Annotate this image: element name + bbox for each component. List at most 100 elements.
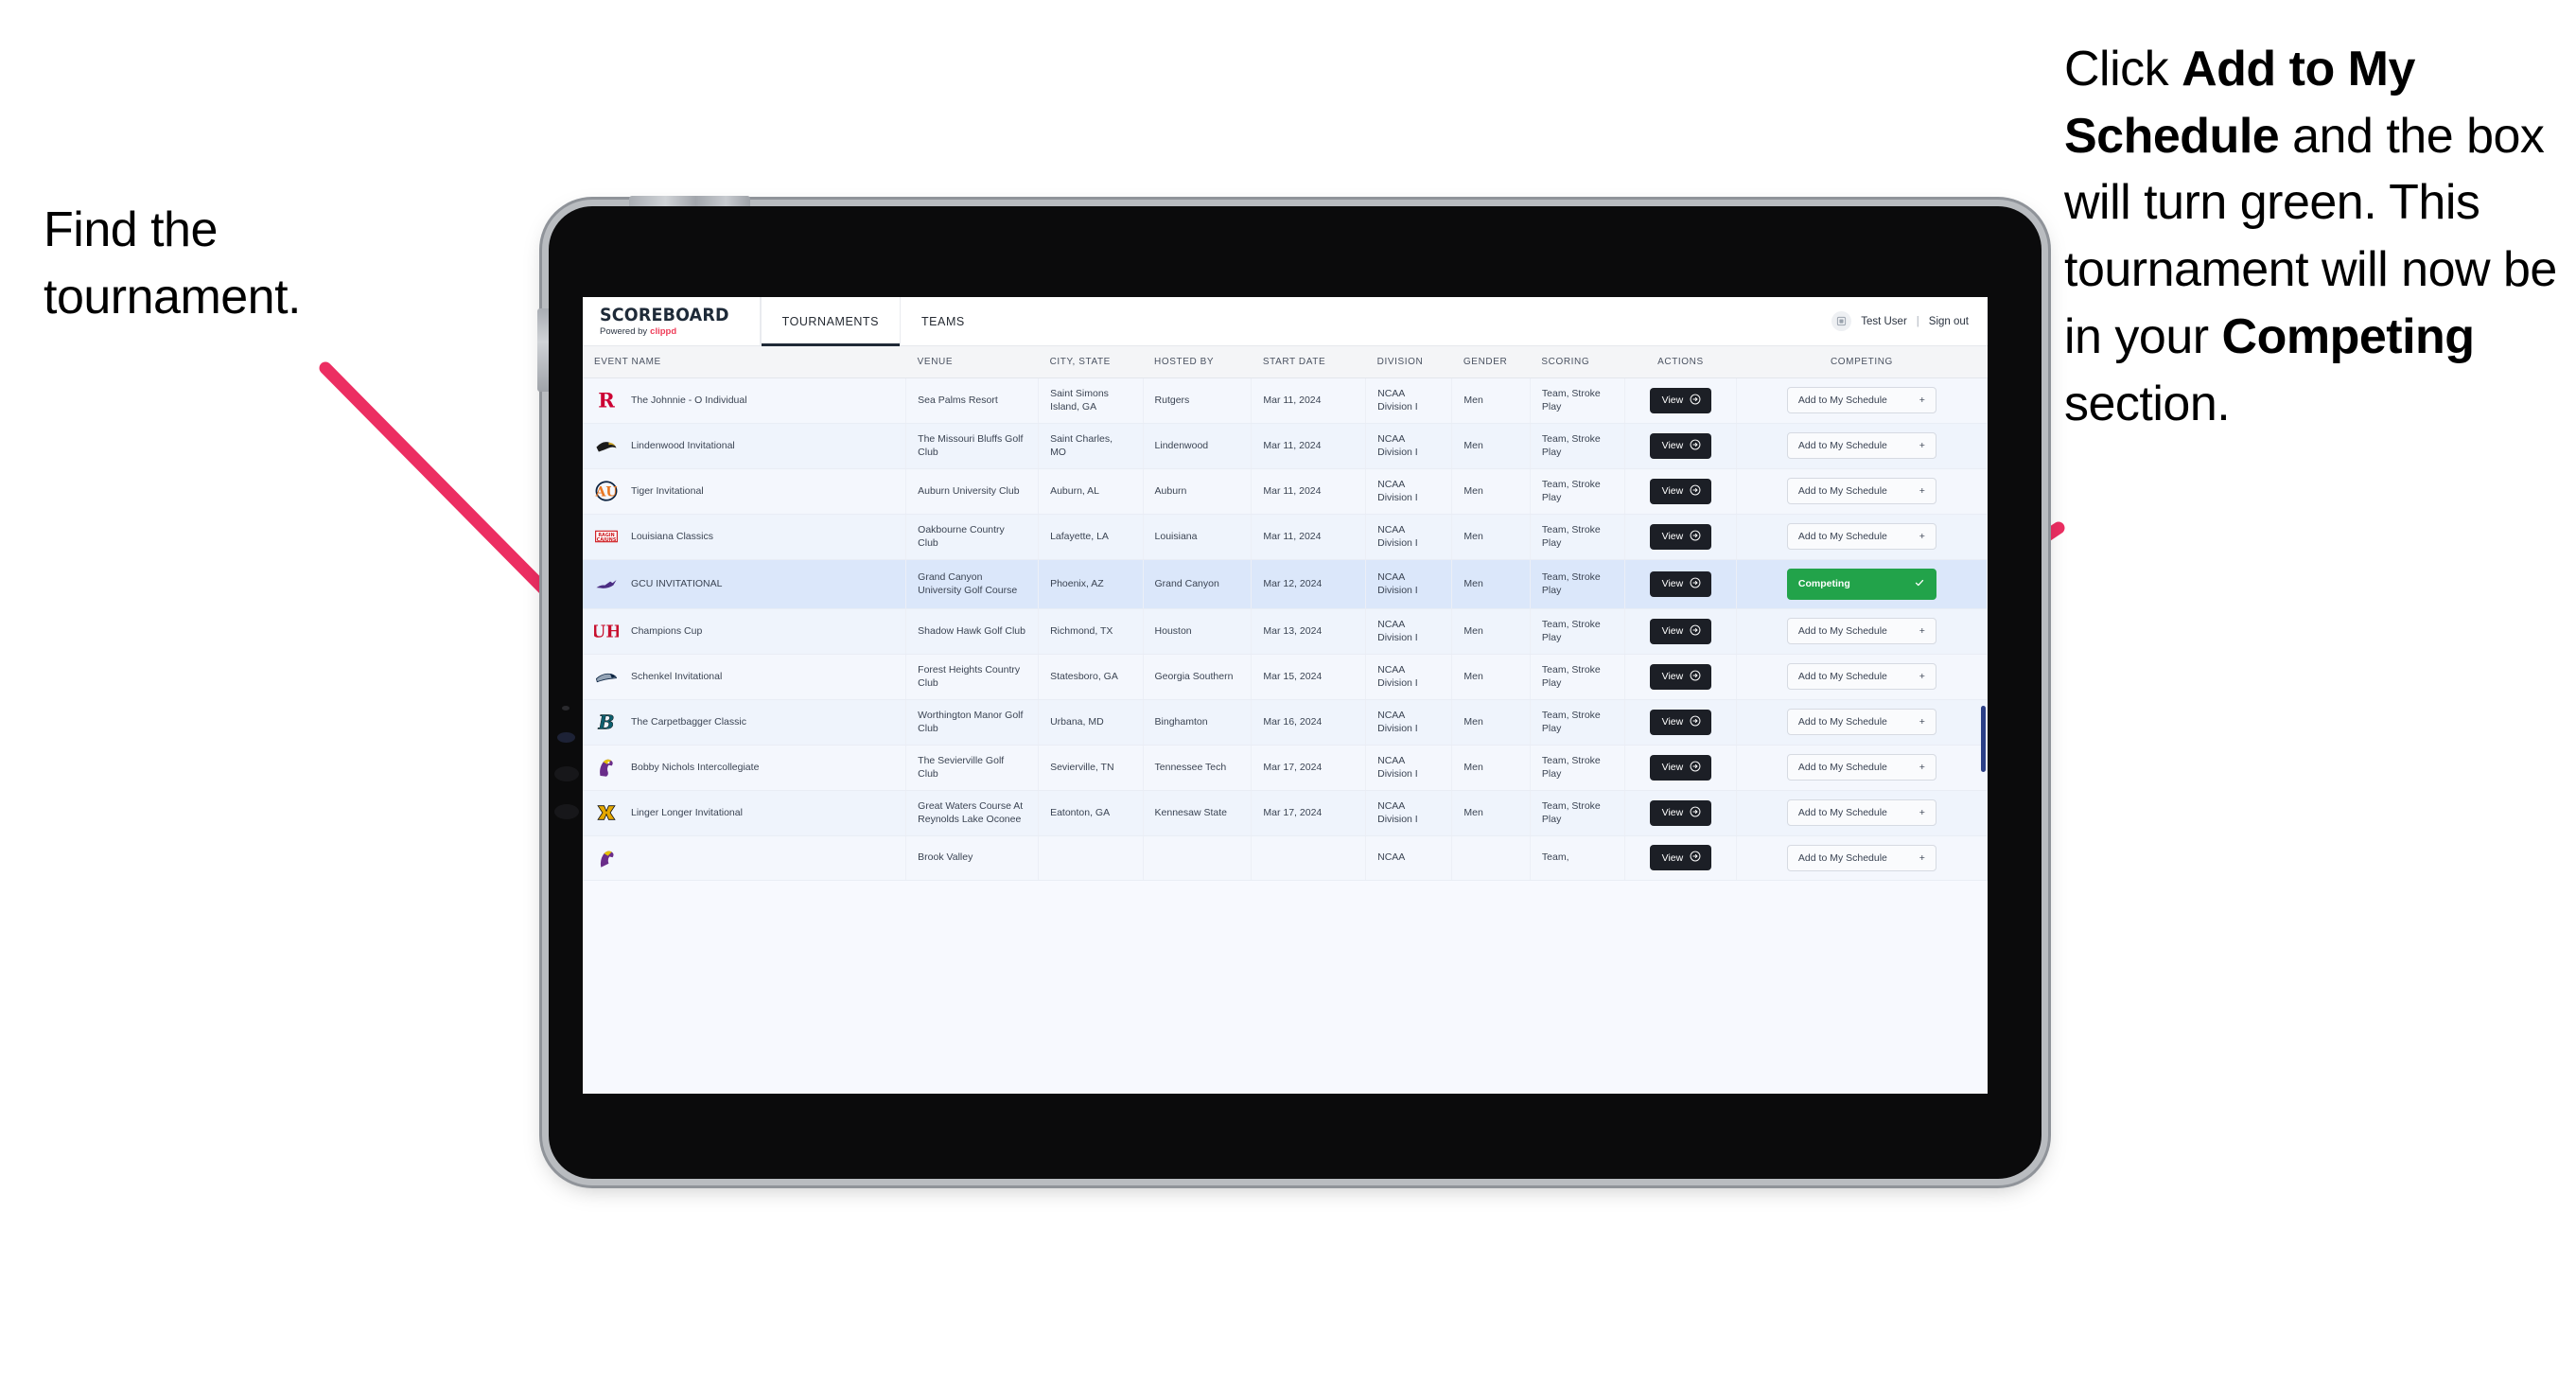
rutgers-r-logo: R	[594, 388, 619, 412]
tab-tournaments[interactable]: TOURNAMENTS	[760, 297, 901, 346]
cell-division: NCAA Division I	[1365, 745, 1453, 791]
table-row[interactable]: AU Tiger Invitational Auburn University …	[583, 468, 1988, 515]
brand-subtitle: Powered by clippd	[600, 327, 741, 337]
add-to-my-schedule-button[interactable]: Add to My Schedule +	[1786, 387, 1936, 414]
cell-hosted-by	[1143, 835, 1253, 881]
table-row[interactable]: Bobby Nichols Intercollegiate The Sevier…	[583, 745, 1988, 791]
add-to-my-schedule-label: Add to My Schedule	[1797, 851, 1887, 864]
cell-competing: Add to My Schedule +	[1736, 745, 1988, 791]
device-power-button[interactable]	[629, 196, 750, 206]
col-start-date[interactable]: START DATE	[1251, 346, 1366, 378]
cell-division: NCAA Division I	[1365, 468, 1453, 515]
view-button[interactable]: View	[1649, 523, 1712, 550]
table-row[interactable]: GCU INVITATIONAL Grand Canyon University…	[583, 559, 1988, 609]
cell-venue: The Sevierville Golf Club	[905, 745, 1040, 791]
col-venue[interactable]: VENUE	[905, 346, 1039, 378]
table-row[interactable]: RAGIN CAJUNS Louisiana Classics Oakbourne…	[583, 514, 1988, 560]
col-hosted-by[interactable]: HOSTED BY	[1143, 346, 1252, 378]
cell-gender: Men	[1451, 654, 1531, 700]
event-name-text: GCU INVITATIONAL	[631, 578, 723, 590]
cell-hosted-by: Binghamton	[1143, 699, 1253, 746]
col-city-state[interactable]: CITY, STATE	[1038, 346, 1144, 378]
cell-event-name: UH Champions Cup	[583, 608, 907, 655]
device-speaker-hole-1	[554, 766, 579, 781]
cell-event-name: Linger Longer Invitational	[583, 790, 907, 836]
cell-gender: Men	[1451, 699, 1531, 746]
brand-logo[interactable]: SCOREBOARD Powered by clippd	[583, 297, 761, 345]
add-to-my-schedule-button[interactable]: Add to My Schedule +	[1786, 432, 1936, 460]
cell-division: NCAA Division I	[1365, 559, 1453, 609]
cell-hosted-by: Kennesaw State	[1143, 790, 1253, 836]
cell-city-state: Eatonton, GA	[1038, 790, 1144, 836]
view-button[interactable]: View	[1649, 387, 1712, 413]
view-button[interactable]: View	[1649, 799, 1712, 826]
col-competing[interactable]: COMPETING	[1736, 346, 1988, 378]
table-row[interactable]: R The Johnnie - O Individual Sea Palms R…	[583, 377, 1988, 424]
cell-gender: Men	[1451, 514, 1531, 560]
view-button[interactable]: View	[1649, 709, 1712, 735]
sign-out-link[interactable]: Sign out	[1929, 316, 1969, 327]
event-name-text: Tiger Invitational	[631, 485, 704, 498]
cell-event-name: RAGIN CAJUNS Louisiana Classics	[583, 514, 907, 560]
table-row[interactable]: Brook Valley NCAA Team, View Add to My S…	[583, 835, 1988, 881]
cell-event-name: GCU INVITATIONAL	[583, 559, 907, 609]
plus-icon: +	[1919, 851, 1925, 864]
brand-title: SCOREBOARD	[600, 304, 729, 325]
add-to-my-schedule-button[interactable]: Add to My Schedule +	[1786, 618, 1936, 645]
cell-event-name: AU Tiger Invitational	[583, 468, 907, 515]
cell-gender: Men	[1451, 559, 1531, 609]
add-to-my-schedule-label: Add to My Schedule	[1797, 716, 1887, 728]
col-division[interactable]: DIVISION	[1365, 346, 1452, 378]
app-screen: SCOREBOARD Powered by clippd TOURNAMENTS…	[583, 297, 1988, 1094]
user-badge-icon[interactable]	[1831, 311, 1852, 331]
table-row[interactable]: Linger Longer Invitational Great Waters …	[583, 790, 1988, 836]
col-event-name[interactable]: EVENT NAME	[583, 346, 906, 378]
cell-actions: View	[1624, 559, 1737, 609]
tennessee-tech-eagle-logo	[594, 755, 619, 780]
gcu-lope-logo	[594, 571, 619, 596]
view-button-label: View	[1661, 531, 1684, 543]
add-to-my-schedule-button[interactable]: Add to My Schedule +	[1786, 844, 1936, 871]
add-to-my-schedule-button[interactable]: Add to My Schedule +	[1786, 799, 1936, 827]
add-to-my-schedule-button[interactable]: Add to My Schedule +	[1786, 663, 1936, 691]
cell-city-state: Saint Charles, MO	[1038, 423, 1144, 469]
plus-icon: +	[1919, 485, 1925, 498]
event-name-text: Bobby Nichols Intercollegiate	[631, 762, 760, 774]
view-button[interactable]: View	[1649, 618, 1712, 644]
cell-hosted-by: Lindenwood	[1143, 423, 1253, 469]
plus-icon: +	[1919, 625, 1925, 638]
event-name-text: The Johnnie - O Individual	[631, 395, 747, 407]
view-button[interactable]: View	[1649, 570, 1712, 597]
vertical-scrollbar-thumb[interactable]	[1981, 706, 1986, 772]
tournaments-table-scroll[interactable]: EVENT NAME VENUE CITY, STATE HOSTED BY S…	[583, 346, 1988, 1094]
arrow-circle-right-icon	[1690, 394, 1701, 408]
col-gender[interactable]: GENDER	[1451, 346, 1531, 378]
cell-actions: View	[1624, 835, 1737, 881]
ragin-cajuns-logo: RAGIN CAJUNS	[594, 524, 619, 549]
competing-button[interactable]: Competing	[1786, 568, 1936, 600]
add-to-my-schedule-button[interactable]: Add to My Schedule +	[1786, 523, 1936, 551]
cell-competing: Add to My Schedule +	[1736, 654, 1988, 700]
col-actions[interactable]: ACTIONS	[1624, 346, 1737, 378]
view-button[interactable]: View	[1649, 663, 1712, 690]
cell-hosted-by: Rutgers	[1143, 377, 1253, 424]
table-row[interactable]: UH Champions Cup Shadow Hawk Golf Club R…	[583, 608, 1988, 655]
device-volume-button[interactable]	[537, 308, 549, 392]
col-scoring[interactable]: SCORING	[1530, 346, 1625, 378]
view-button[interactable]: View	[1649, 754, 1712, 781]
view-button-label: View	[1661, 485, 1684, 498]
tab-teams[interactable]: TEAMS	[901, 297, 986, 345]
plus-icon: +	[1919, 531, 1925, 543]
view-button[interactable]: View	[1649, 432, 1712, 459]
add-to-my-schedule-label: Add to My Schedule	[1797, 485, 1887, 498]
table-row[interactable]: B The Carpetbagger Classic Worthington M…	[583, 699, 1988, 746]
cell-competing: Add to My Schedule +	[1736, 699, 1988, 746]
plus-icon: +	[1919, 716, 1925, 728]
view-button[interactable]: View	[1649, 478, 1712, 504]
table-row[interactable]: Lindenwood Invitational The Missouri Blu…	[583, 423, 1988, 469]
add-to-my-schedule-button[interactable]: Add to My Schedule +	[1786, 478, 1936, 505]
table-row[interactable]: Schenkel Invitational Forest Heights Cou…	[583, 654, 1988, 700]
add-to-my-schedule-button[interactable]: Add to My Schedule +	[1786, 709, 1936, 736]
add-to-my-schedule-button[interactable]: Add to My Schedule +	[1786, 754, 1936, 781]
view-button[interactable]: View	[1649, 845, 1712, 871]
